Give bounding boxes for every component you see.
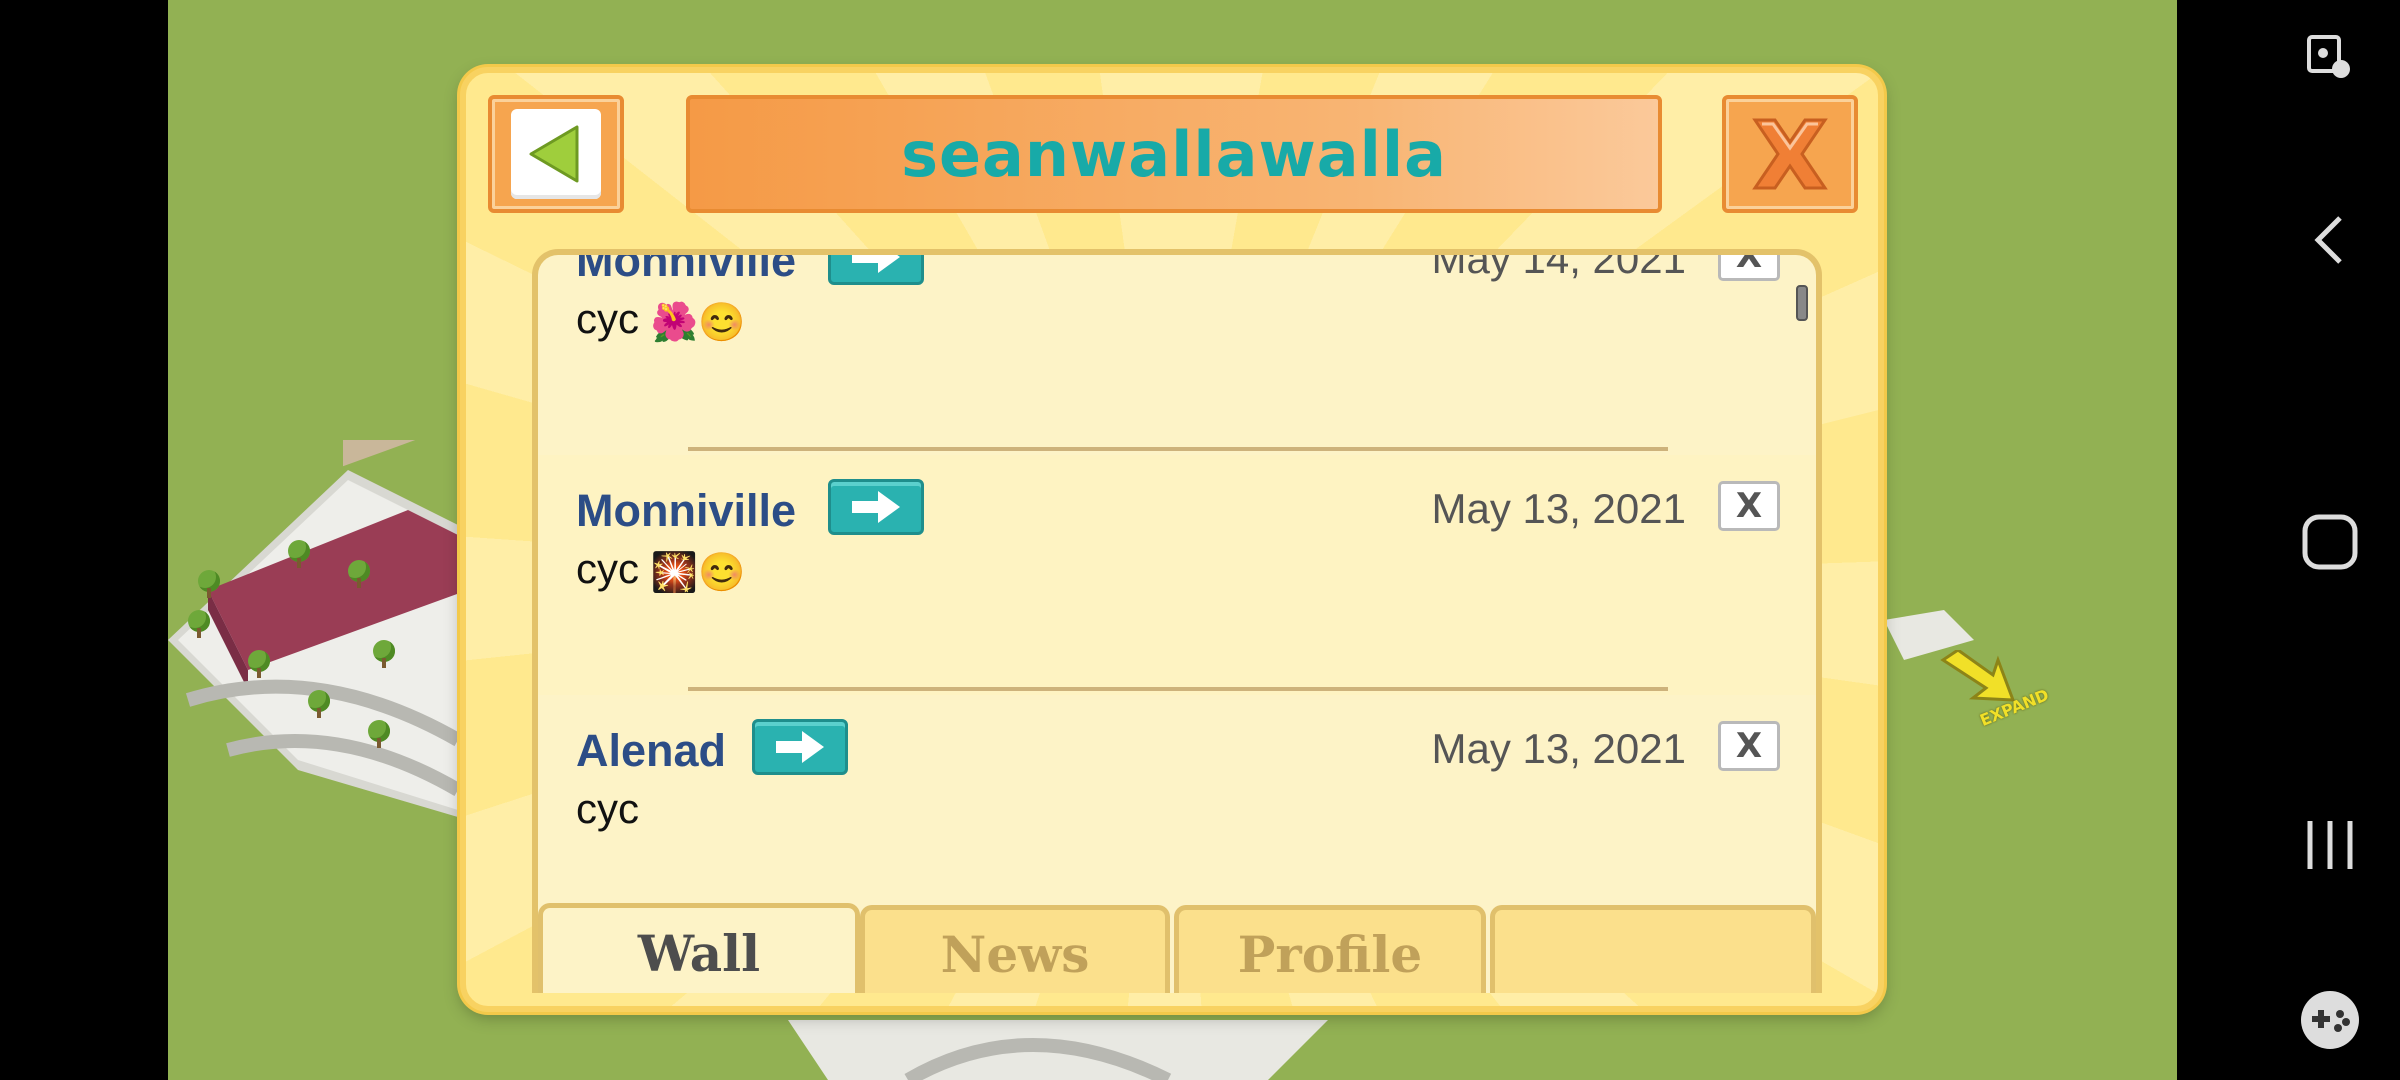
visit-button[interactable] (828, 479, 924, 535)
post-divider (688, 687, 1668, 691)
right-arrow-icon (852, 491, 900, 523)
delete-x-icon: X (1735, 486, 1763, 526)
post-text: cyc (576, 545, 639, 592)
city-block-left[interactable] (168, 440, 468, 840)
post-message: cyc 🌺😊 (576, 295, 745, 345)
delete-post-button[interactable]: X (1718, 481, 1780, 531)
expand-button[interactable]: EXPAND (1938, 650, 2088, 750)
tab-wall[interactable]: Wall (538, 903, 860, 993)
right-arrow-icon (852, 255, 900, 273)
visit-button[interactable] (828, 255, 924, 285)
post-text: cyc (576, 295, 639, 342)
city-block-bottom[interactable] (788, 1000, 1348, 1080)
back-arrow-icon (529, 125, 579, 183)
back-button[interactable] (488, 95, 624, 213)
tab-label: Profile (1237, 925, 1423, 984)
right-arrow-icon (776, 731, 824, 763)
tab-profile[interactable]: Profile (1174, 905, 1486, 993)
screen-capture-icon[interactable] (2290, 18, 2370, 98)
wall-post: Monniville May 13, 2021 X cyc 🎇😊 (538, 455, 1816, 695)
post-date: May 14, 2021 (1431, 255, 1686, 282)
wall-post: Alenad May 13, 2021 X cyc (538, 695, 1816, 905)
post-date: May 13, 2021 (1431, 485, 1686, 532)
delete-post-button[interactable]: X (1718, 255, 1780, 281)
tab-label: News (940, 925, 1090, 984)
wall-content-frame: Monniville May 14, 2021 X cyc 🌺😊 Monnivi… (532, 249, 1822, 993)
player-wall-dialog: seanwallawalla Monniville May 14, 2021 X… (460, 67, 1884, 1012)
close-button[interactable] (1722, 95, 1858, 213)
home-nav-icon[interactable] (2290, 502, 2370, 582)
post-emojis: 🎇😊 (650, 552, 746, 594)
delete-post-button[interactable]: X (1718, 721, 1780, 771)
tab-empty[interactable] (1490, 905, 1816, 993)
post-message: cyc 🎇😊 (576, 545, 745, 595)
post-divider (688, 447, 1668, 451)
title-bar: seanwallawalla (686, 95, 1662, 213)
tab-label: Wall (637, 924, 761, 983)
dialog-title: seanwallawalla (901, 117, 1447, 191)
wall-post: Monniville May 14, 2021 X cyc 🌺😊 (538, 255, 1816, 475)
scrollbar-thumb[interactable] (1796, 285, 1808, 321)
post-author[interactable]: Monniville (576, 255, 796, 287)
post-date: May 13, 2021 (1431, 725, 1686, 772)
tab-news[interactable]: News (860, 905, 1170, 993)
back-nav-icon[interactable] (2290, 200, 2370, 280)
delete-x-icon: X (1735, 255, 1763, 276)
recents-nav-icon[interactable] (2290, 805, 2370, 885)
game-tools-icon[interactable] (2290, 980, 2370, 1060)
post-author[interactable]: Monniville (576, 485, 796, 537)
post-text: cyc (576, 785, 639, 832)
post-emojis: 🌺😊 (650, 302, 746, 344)
post-author[interactable]: Alenad (576, 725, 726, 777)
tab-bar: Wall News Profile (538, 903, 1816, 993)
close-x-icon (1752, 118, 1828, 190)
wall-post-list[interactable]: Monniville May 14, 2021 X cyc 🌺😊 Monnivi… (538, 255, 1816, 905)
delete-x-icon: X (1735, 726, 1763, 766)
visit-button[interactable] (752, 719, 848, 775)
post-message: cyc (576, 785, 639, 835)
